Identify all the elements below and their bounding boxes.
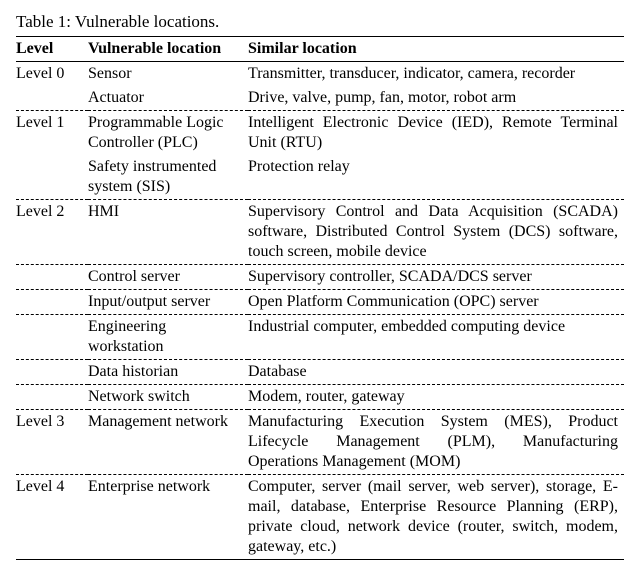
cell-vulnerable: Management network <box>88 410 248 475</box>
cell-vulnerable: Actuator <box>88 86 248 111</box>
table-body: Level 0SensorTransmitter, transducer, in… <box>16 62 624 560</box>
table-row: Level 2HMISupervisory Control and Data A… <box>16 200 624 265</box>
cell-level <box>16 265 88 290</box>
cell-vulnerable: Programmable Logic Controller (PLC) <box>88 111 248 156</box>
cell-level <box>16 385 88 410</box>
cell-similar: Protection relay <box>248 155 624 200</box>
cell-similar: Transmitter, transducer, indicator, came… <box>248 62 624 87</box>
cell-level <box>16 315 88 360</box>
cell-similar: Supervisory controller, SCADA/DCS server <box>248 265 624 290</box>
cell-vulnerable: Input/output server <box>88 290 248 315</box>
vulnerable-locations-table: Level Vulnerable location Similar locati… <box>16 36 624 560</box>
table-row: Level 1Programmable Logic Controller (PL… <box>16 111 624 156</box>
cell-level: Level 1 <box>16 111 88 156</box>
cell-level <box>16 290 88 315</box>
cell-similar: Supervisory Control and Data Acquisition… <box>248 200 624 265</box>
col-header-level: Level <box>16 37 88 62</box>
table-row: Level 0SensorTransmitter, transducer, in… <box>16 62 624 87</box>
col-header-similar: Similar location <box>248 37 624 62</box>
cell-similar: Manufacturing Execution System (MES), Pr… <box>248 410 624 475</box>
cell-vulnerable: Sensor <box>88 62 248 87</box>
table-caption: Table 1: Vulnerable locations. <box>16 12 624 32</box>
table-row: Data historianDatabase <box>16 360 624 385</box>
cell-similar: Open Platform Communication (OPC) server <box>248 290 624 315</box>
table-row: Level 4Enterprise networkComputer, serve… <box>16 475 624 560</box>
cell-vulnerable: Network switch <box>88 385 248 410</box>
table-row: Control serverSupervisory controller, SC… <box>16 265 624 290</box>
cell-vulnerable: Safety instrumented system (SIS) <box>88 155 248 200</box>
table-row: Engineering workstationIndustrial comput… <box>16 315 624 360</box>
cell-similar: Modem, router, gateway <box>248 385 624 410</box>
cell-similar: Intelligent Electronic Device (IED), Rem… <box>248 111 624 156</box>
cell-level <box>16 155 88 200</box>
cell-level: Level 2 <box>16 200 88 265</box>
table-row: Level 3Management networkManufacturing E… <box>16 410 624 475</box>
table-header-row: Level Vulnerable location Similar locati… <box>16 37 624 62</box>
cell-level <box>16 86 88 111</box>
cell-similar: Drive, valve, pump, fan, motor, robot ar… <box>248 86 624 111</box>
cell-similar: Computer, server (mail server, web serve… <box>248 475 624 560</box>
cell-level <box>16 360 88 385</box>
cell-similar: Industrial computer, embedded computing … <box>248 315 624 360</box>
cell-level: Level 0 <box>16 62 88 87</box>
col-header-vulnerable: Vulnerable location <box>88 37 248 62</box>
cell-vulnerable: Enterprise network <box>88 475 248 560</box>
table-row: Input/output serverOpen Platform Communi… <box>16 290 624 315</box>
table-container: Table 1: Vulnerable locations. Level Vul… <box>0 0 640 576</box>
cell-level: Level 4 <box>16 475 88 560</box>
cell-similar: Database <box>248 360 624 385</box>
cell-vulnerable: Control server <box>88 265 248 290</box>
cell-vulnerable: Data historian <box>88 360 248 385</box>
table-row: Network switchModem, router, gateway <box>16 385 624 410</box>
table-row: Safety instrumented system (SIS)Protecti… <box>16 155 624 200</box>
table-row: ActuatorDrive, valve, pump, fan, motor, … <box>16 86 624 111</box>
cell-vulnerable: Engineering workstation <box>88 315 248 360</box>
cell-level: Level 3 <box>16 410 88 475</box>
cell-vulnerable: HMI <box>88 200 248 265</box>
